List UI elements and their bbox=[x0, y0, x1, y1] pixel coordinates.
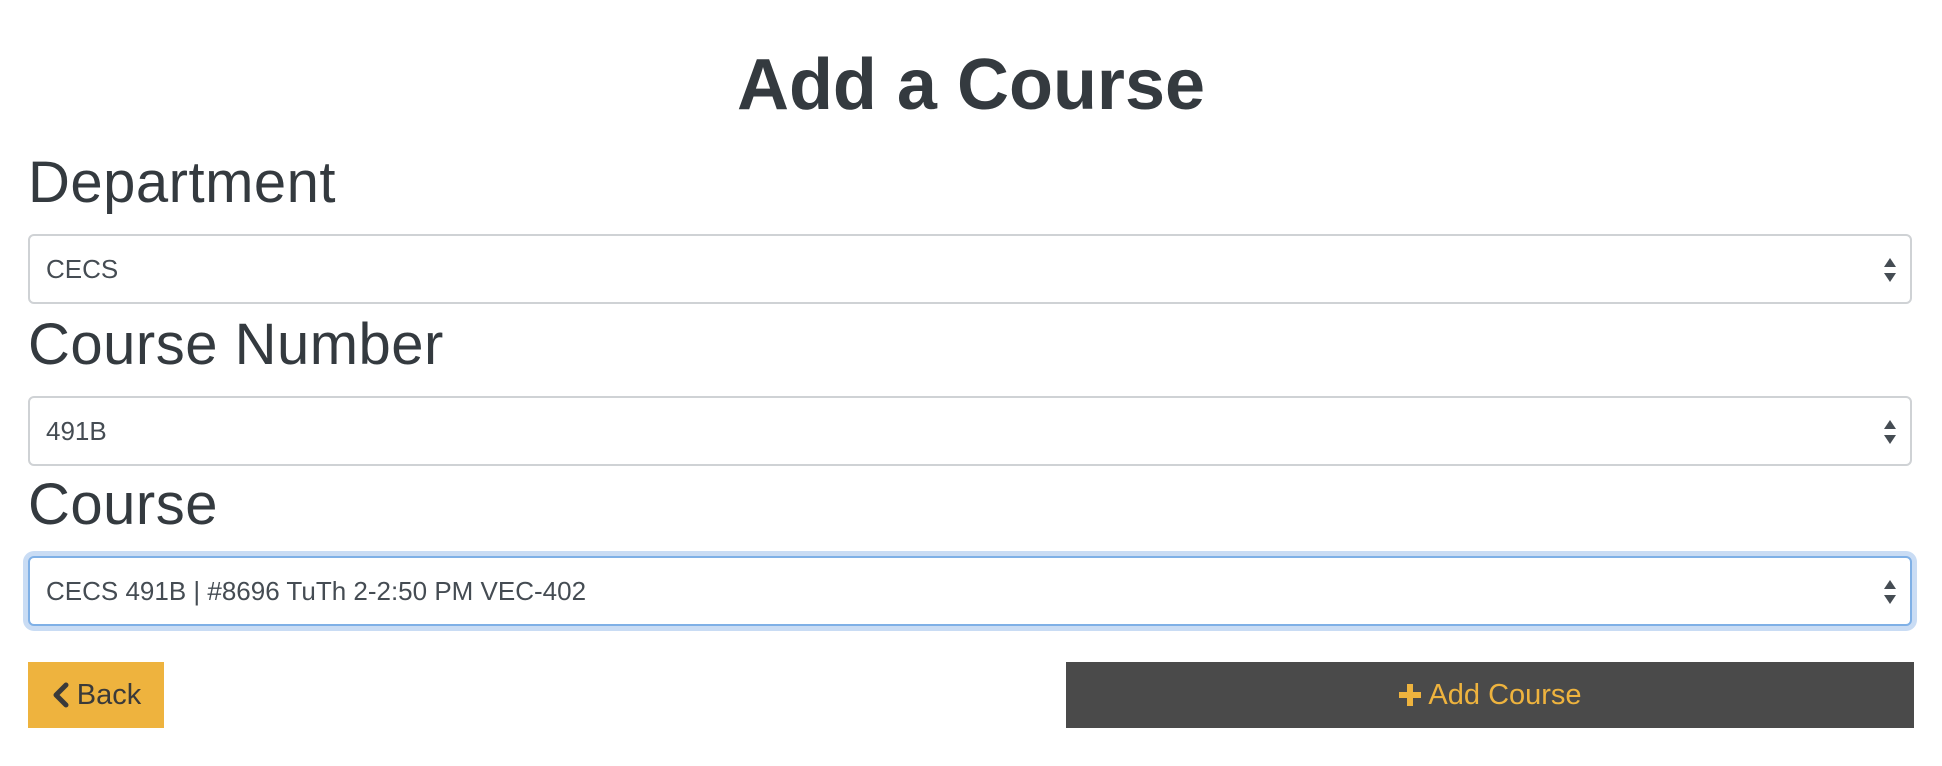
course-selected-value: CECS 491B | #8696 TuTh 2-2:50 PM VEC-402 bbox=[46, 576, 587, 606]
plus-icon bbox=[1399, 684, 1422, 706]
add-course-button-label: Add Course bbox=[1428, 678, 1582, 711]
back-button[interactable]: Back bbox=[28, 662, 164, 728]
course-select[interactable]: CECS 491B | #8696 TuTh 2-2:50 PM VEC-402 bbox=[28, 556, 1912, 626]
chevron-left-icon bbox=[53, 682, 69, 708]
course-number-select[interactable]: 491B bbox=[28, 396, 1912, 466]
add-course-button[interactable]: Add Course bbox=[1066, 662, 1914, 728]
course-number-selected-value: 491B bbox=[46, 416, 107, 446]
back-button-label: Back bbox=[76, 678, 142, 711]
add-course-page: Add a Course Department CECS Course Numb… bbox=[0, 0, 1942, 766]
department-select[interactable]: CECS bbox=[28, 234, 1912, 304]
course-number-label: Course Number bbox=[28, 312, 444, 377]
department-selected-value: CECS bbox=[46, 254, 119, 284]
course-label: Course bbox=[28, 472, 218, 537]
page-title: Add a Course bbox=[736, 45, 1206, 125]
select-caret-icon bbox=[1884, 258, 1896, 282]
department-label: Department bbox=[28, 150, 337, 215]
select-caret-icon bbox=[1884, 580, 1896, 604]
select-caret-icon bbox=[1884, 420, 1896, 444]
